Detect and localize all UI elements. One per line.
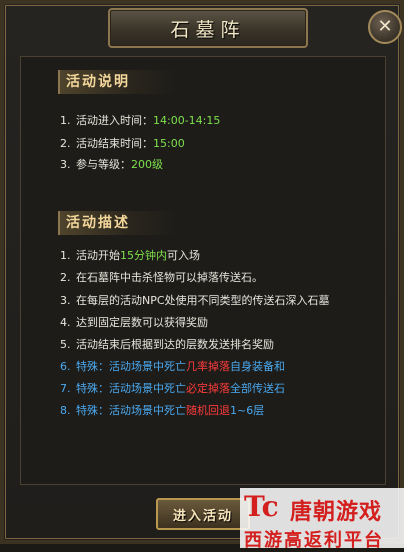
desc-item-special: 8. 特殊：活动场景中死亡随机回退1~6层 bbox=[60, 404, 265, 417]
section-heading-info: 活动说明 bbox=[58, 70, 178, 94]
watermark: Tc 唐朝游戏 西游高返利平台 bbox=[240, 488, 404, 551]
close-icon: ✕ bbox=[377, 16, 393, 37]
info-item: 2. 活动结束时间：15:00 bbox=[60, 137, 185, 150]
desc-item-special: 7. 特殊：活动场景中死亡必定掉落全部传送石 bbox=[60, 382, 285, 395]
desc-item: 1. 活动开始15分钟内可入场 bbox=[60, 249, 200, 262]
section-heading-desc: 活动描述 bbox=[58, 211, 178, 235]
close-button[interactable]: ✕ bbox=[368, 10, 402, 44]
info-item: 3. 参与等级：200级 bbox=[60, 158, 163, 171]
desc-item: 2. 在石墓阵中击杀怪物可以掉落传送石。 bbox=[60, 271, 263, 284]
desc-item: 3. 在每层的活动NPC处使用不同类型的传送石深入石墓 bbox=[60, 294, 330, 307]
desc-item: 5. 活动结束后根据到达的层数发送排名奖励 bbox=[60, 338, 274, 351]
title-bar: 石墓阵 bbox=[108, 8, 308, 48]
watermark-line1: 唐朝游戏 bbox=[290, 500, 383, 525]
window-title: 石墓阵 bbox=[170, 18, 246, 41]
desc-item-special: 6. 特殊：活动场景中死亡几率掉落自身装备和 bbox=[60, 360, 285, 373]
enter-activity-button[interactable]: 进入活动 bbox=[156, 498, 250, 530]
desc-item: 4. 达到固定层数可以获得奖励 bbox=[60, 316, 208, 329]
watermark-line2: 西游高返利平台 bbox=[244, 530, 384, 551]
activity-panel: 石墓阵 ✕ 活动说明 1. 活动进入时间：14:00-14:15 2. 活动结束时间… bbox=[0, 0, 404, 551]
info-item: 1. 活动进入时间：14:00-14:15 bbox=[60, 114, 221, 127]
watermark-logo: Tc bbox=[244, 490, 279, 523]
